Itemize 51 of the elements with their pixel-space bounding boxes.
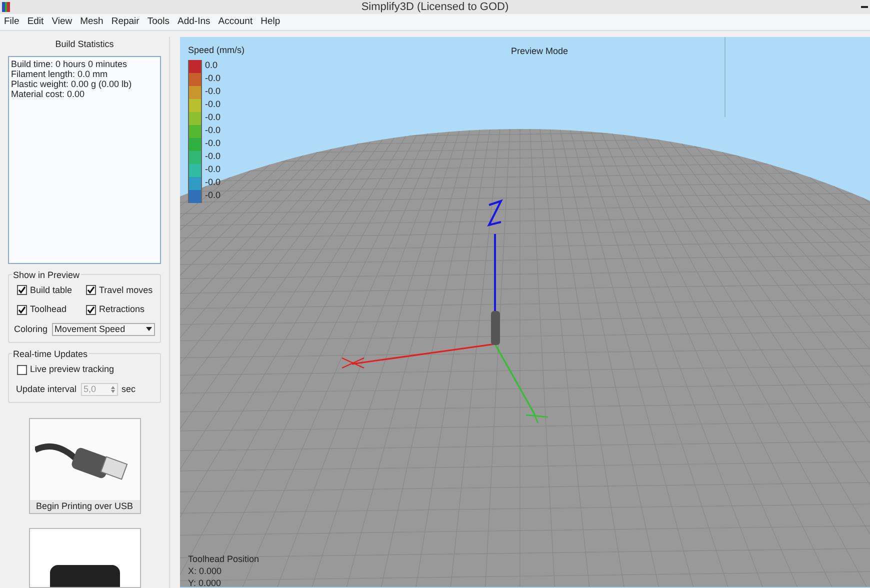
legend-value: -0.0: [205, 163, 221, 176]
menu-item[interactable]: Help: [260, 14, 280, 30]
menu-item[interactable]: Add-Ins: [178, 14, 210, 30]
legend-value: -0.0: [205, 137, 221, 150]
menu-item[interactable]: Repair: [111, 14, 140, 30]
coloring-dropdown[interactable]: Movement Speed: [52, 322, 155, 336]
group-title: Real-time Updates: [12, 348, 89, 362]
app-logo-icon: [2, 2, 10, 12]
mode-label: Preview Mode: [511, 45, 568, 58]
spinner-arrows-icon: [110, 386, 115, 393]
checkbox-label: Live preview tracking: [30, 363, 114, 376]
toolhead-position-title: Toolhead Position: [188, 553, 260, 565]
legend-value: -0.0: [205, 176, 221, 190]
checkbox[interactable]: [17, 285, 27, 296]
legend-value: -0.0: [205, 124, 221, 138]
legend-value: -0.0: [205, 111, 221, 124]
legend-value: -0.0: [205, 98, 221, 112]
checkbox[interactable]: [86, 304, 96, 315]
legend-title: Speed (mm/s): [188, 44, 245, 57]
legend-value: 0.0: [205, 59, 218, 72]
checkbox-label: Retractions: [99, 303, 145, 316]
checkbox[interactable]: [17, 364, 27, 375]
checkbox[interactable]: [17, 304, 27, 315]
legend-value: -0.0: [205, 72, 221, 86]
statistics-line: Filament length: 0.0 mm: [11, 68, 109, 78]
legend-value: -0.0: [205, 189, 221, 202]
legend-value: -0.0: [205, 150, 221, 164]
statistics-line: Plastic weight: 0.00 g (0.00 lb): [11, 78, 133, 88]
checkbox-label: Toolhead: [30, 303, 67, 316]
menu-item[interactable]: Mesh: [80, 14, 104, 30]
menu-item[interactable]: Tools: [147, 14, 170, 30]
menu-item[interactable]: Account: [218, 14, 253, 30]
statistics-line: Material cost: 0.00: [11, 88, 86, 98]
menu-item[interactable]: File: [4, 14, 20, 30]
statistics-line: Build time: 0 hours 0 minutes: [11, 58, 128, 68]
field-label: Update interval: [16, 382, 77, 396]
checkbox-label: Build table: [30, 284, 72, 296]
coordinate-value: Y: 0.000: [188, 577, 222, 588]
checkbox[interactable]: [86, 285, 96, 296]
field-label: Coloring: [14, 322, 48, 336]
print-usb-button[interactable]: Begin Printing over USB: [28, 418, 140, 514]
caret-icon: [146, 327, 152, 332]
panel-title: Build Statistics: [54, 38, 115, 51]
unit-label: sec: [122, 382, 136, 396]
toolhead-drawing: [491, 311, 500, 345]
checkbox-label: Travel moves: [99, 284, 153, 296]
menu-item[interactable]: View: [52, 14, 72, 30]
legend-value: -0.0: [205, 85, 221, 98]
coordinate-value: X: 0.000: [188, 565, 223, 577]
menu-item[interactable]: Edit: [27, 14, 44, 30]
window-title: Simplify3D (Licensed to GOD): [361, 0, 509, 15]
